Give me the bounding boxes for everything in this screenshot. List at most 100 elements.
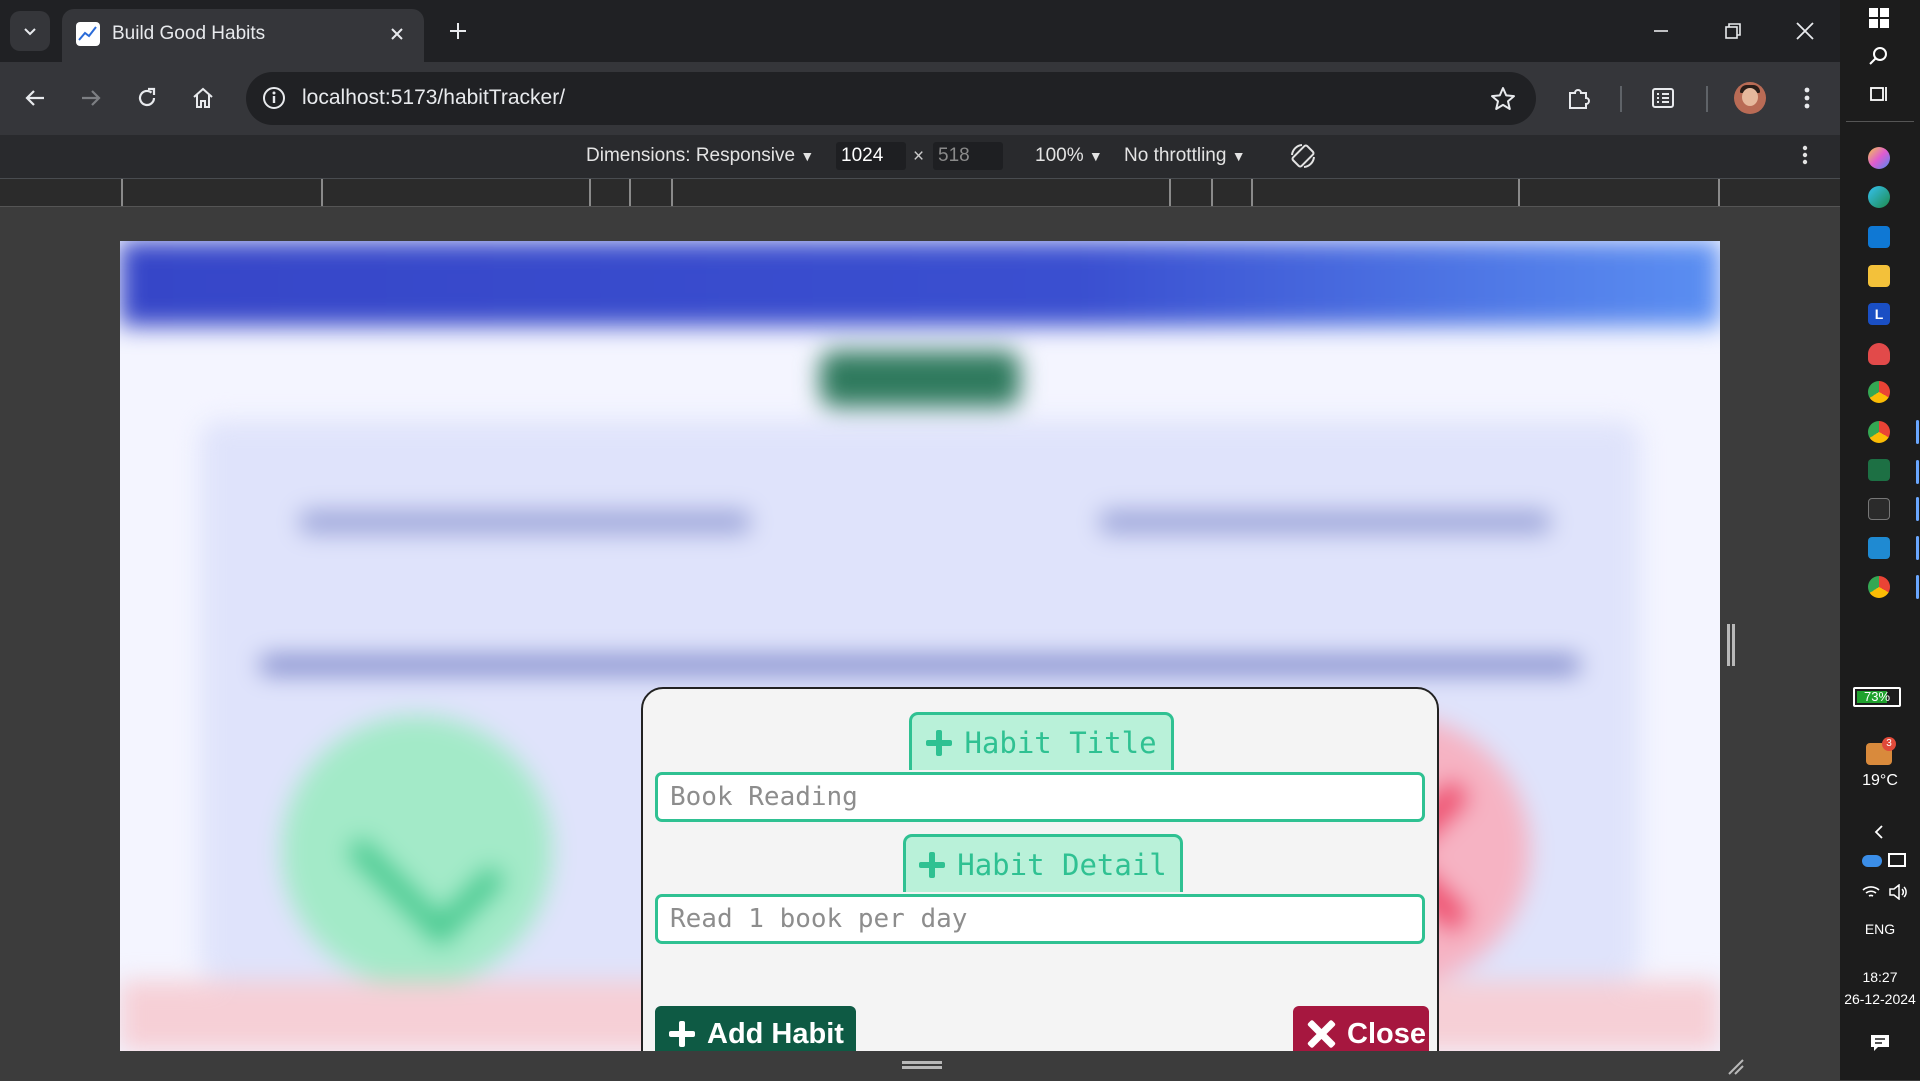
toolbar-divider (1620, 86, 1622, 112)
dimensions-dropdown[interactable]: Dimensions: Responsive ▼ (586, 145, 814, 167)
chrome-icon[interactable] (1868, 381, 1890, 403)
onedrive-icon[interactable] (1862, 855, 1882, 867)
clock-time[interactable]: 18:27 (1840, 969, 1920, 985)
forward-button[interactable] (70, 77, 112, 119)
wifi-icon[interactable] (1862, 884, 1880, 905)
height-input[interactable]: 518 (933, 142, 1003, 170)
tab-search-button[interactable] (10, 11, 50, 51)
puzzle-icon (1569, 89, 1590, 109)
zoom-value: 100% (1035, 145, 1084, 166)
minimize-icon (1654, 30, 1668, 32)
caret-down-icon: ▼ (1088, 148, 1103, 164)
device-toolbar: Dimensions: Responsive ▼ 1024 × 518 100%… (0, 135, 1840, 179)
tab-strip: Build Good Habits (0, 0, 1840, 62)
windows-start-icon[interactable] (1869, 8, 1889, 33)
toolbar-divider (1706, 86, 1708, 112)
url-text[interactable]: localhost:5173/habitTracker/ (302, 86, 565, 110)
minimize-button[interactable] (1634, 8, 1688, 54)
browser-tab[interactable]: Build Good Habits (62, 9, 424, 62)
chart-favicon-icon (76, 22, 100, 46)
language-indicator[interactable]: ENG (1840, 921, 1920, 937)
habit-title-input[interactable]: Book Reading (655, 772, 1425, 822)
app-l-icon[interactable]: L (1868, 303, 1890, 325)
close-icon (1796, 22, 1814, 40)
battery-indicator[interactable]: 73% (1853, 687, 1901, 707)
close-button-label: Close (1347, 1017, 1426, 1050)
device-toolbar-menu-button[interactable] (1802, 145, 1808, 171)
add-habit-modal: Habit Title Book Reading Habit Detail Re… (641, 687, 1439, 1051)
throttling-dropdown[interactable]: No throttling ▼ (1124, 145, 1246, 167)
site-info-icon[interactable] (260, 84, 288, 112)
reading-list-button[interactable] (1642, 77, 1684, 119)
tab-close-button[interactable] (384, 21, 410, 47)
rotate-button[interactable] (1288, 141, 1318, 177)
resize-corner-icon (1728, 1059, 1744, 1075)
browser-menu-button[interactable] (1786, 77, 1828, 119)
chevron-down-icon (24, 28, 36, 36)
chrome-active-icon[interactable] (1868, 421, 1890, 443)
search-icon[interactable] (1869, 46, 1889, 71)
extensions-button[interactable] (1558, 77, 1600, 119)
home-icon (193, 87, 213, 108)
edge-icon[interactable] (1868, 186, 1890, 208)
bookmark-star-icon[interactable] (1488, 84, 1518, 114)
chevron-left-icon[interactable] (1873, 824, 1885, 845)
browser-toolbar: localhost:5173/habitTracker/ (0, 62, 1840, 135)
weather-icon[interactable]: 3 (1866, 737, 1896, 765)
weather-badge: 3 (1882, 737, 1896, 751)
excel-icon[interactable] (1868, 459, 1890, 481)
file-explorer-icon[interactable] (1868, 265, 1890, 287)
back-button[interactable] (14, 77, 56, 119)
address-bar[interactable]: localhost:5173/habitTracker/ (246, 72, 1536, 125)
close-icon (391, 28, 403, 40)
viewport-resize-corner[interactable] (1727, 1058, 1745, 1081)
throttling-value: No throttling (1124, 145, 1227, 166)
vscode-icon[interactable] (1868, 537, 1890, 559)
caret-down-icon: ▼ (1231, 148, 1246, 164)
habit-title-label-text: Habit Title (964, 725, 1157, 760)
volume-icon[interactable] (1888, 883, 1908, 905)
taskbar-running-indicator (1916, 420, 1919, 444)
add-habit-button[interactable]: Add Habit (655, 1006, 856, 1051)
chrome-profile-icon[interactable] (1868, 576, 1890, 598)
terminal-icon[interactable] (1868, 498, 1890, 520)
reload-icon (138, 87, 156, 107)
plus-icon (919, 851, 946, 878)
plus-icon (669, 1021, 695, 1047)
task-view-icon[interactable] (1869, 84, 1889, 109)
media-query-ruler[interactable] (0, 179, 1840, 207)
windows-taskbar: L 73% 3 19°C ENG 18:27 26-12-2024 (1840, 0, 1920, 1080)
viewport-resize-handle-right[interactable] (1727, 624, 1735, 666)
clock-date[interactable]: 26-12-2024 (1840, 991, 1920, 1007)
arrow-left-icon (25, 90, 44, 106)
rotate-icon (1291, 144, 1315, 168)
window-close-button[interactable] (1778, 8, 1832, 54)
viewport-resize-handle-bottom[interactable] (902, 1061, 942, 1069)
reading-list-icon (1652, 88, 1674, 108)
dimensions-label: Dimensions: Responsive (586, 145, 796, 166)
outlook-icon[interactable] (1868, 226, 1890, 248)
caret-down-icon: ▼ (800, 148, 815, 164)
habit-detail-input[interactable]: Read 1 book per day (655, 894, 1425, 944)
home-button[interactable] (182, 77, 224, 119)
temperature: 19°C (1862, 772, 1898, 789)
zoom-dropdown[interactable]: 100% ▼ (1035, 145, 1103, 167)
tab-title: Build Good Habits (112, 23, 266, 44)
plus-icon (450, 23, 466, 39)
arrow-right-icon (82, 90, 101, 106)
app-red-icon[interactable] (1868, 343, 1890, 365)
taskbar-running-indicator (1916, 497, 1919, 521)
copilot-icon[interactable] (1868, 147, 1890, 169)
profile-avatar[interactable] (1734, 82, 1766, 114)
notifications-icon[interactable] (1870, 1034, 1890, 1057)
taskbar-running-indicator (1916, 575, 1919, 599)
new-tab-button[interactable] (440, 13, 476, 49)
battery-percent: 73% (1863, 689, 1891, 704)
device-icon[interactable] (1888, 853, 1906, 867)
page-viewport: Habit Title Book Reading Habit Detail Re… (120, 241, 1720, 1051)
width-input[interactable]: 1024 (836, 142, 906, 170)
reload-button[interactable] (126, 77, 168, 119)
restore-button[interactable] (1706, 8, 1760, 54)
plus-icon (926, 729, 953, 756)
close-modal-button[interactable]: Close (1293, 1006, 1429, 1051)
